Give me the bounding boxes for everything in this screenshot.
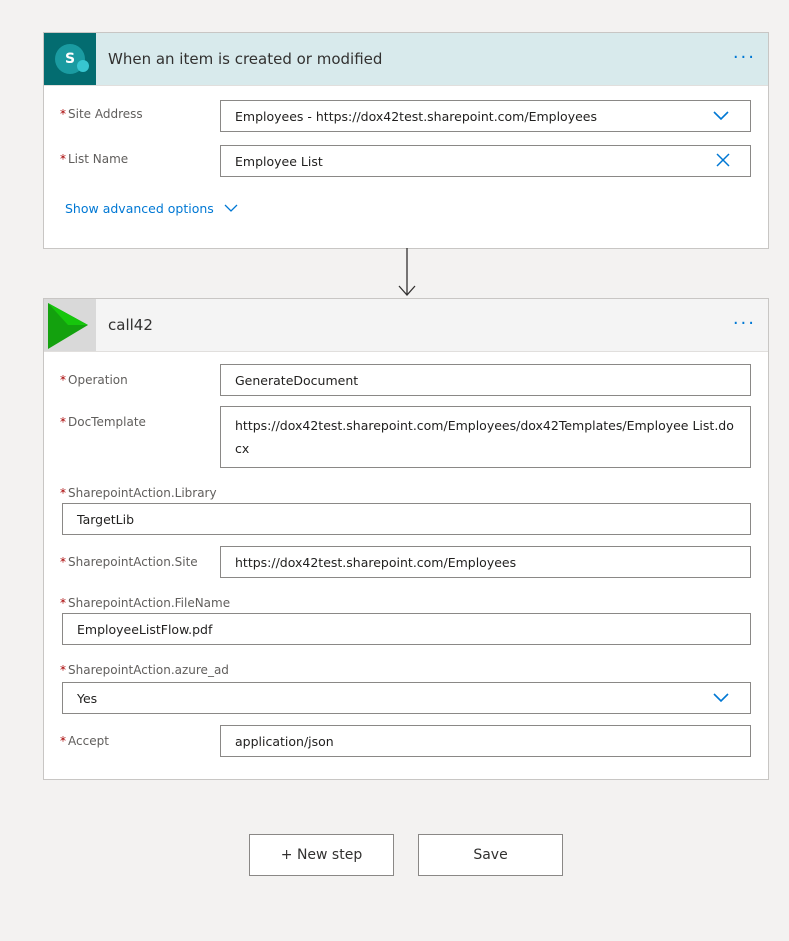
- library-label: * SharepointAction.Library: [60, 486, 217, 500]
- show-advanced-options-link[interactable]: Show advanced options: [65, 201, 238, 216]
- operation-input[interactable]: GenerateDocument: [220, 364, 751, 396]
- file-name-input[interactable]: EmployeeListFlow.pdf: [62, 613, 751, 645]
- list-name-value: Employee List: [235, 153, 323, 169]
- file-name-label: * SharepointAction.FileName: [60, 596, 231, 610]
- action-card: call42 ··· * Operation GenerateDocument *…: [43, 298, 769, 780]
- accept-label: * Accept: [60, 734, 109, 748]
- library-input[interactable]: TargetLib: [62, 503, 751, 535]
- operation-value: GenerateDocument: [235, 372, 359, 388]
- doc-template-label: * DocTemplate: [60, 415, 146, 429]
- save-button[interactable]: Save: [418, 834, 563, 876]
- chevron-down-icon: [224, 201, 238, 216]
- close-icon[interactable]: [716, 153, 730, 171]
- trigger-card: S When an item is created or modified ··…: [43, 32, 769, 249]
- action-title: call42: [108, 316, 153, 334]
- chevron-down-icon: [712, 108, 730, 126]
- site-value: https://dox42test.sharepoint.com/Employe…: [235, 554, 517, 570]
- new-step-button[interactable]: + New step: [249, 834, 394, 876]
- azure-ad-value: Yes: [77, 690, 98, 706]
- library-value: TargetLib: [77, 511, 135, 527]
- arrow-down-icon: [397, 248, 417, 298]
- site-input[interactable]: https://dox42test.sharepoint.com/Employe…: [220, 546, 751, 578]
- azure-ad-dropdown[interactable]: Yes: [62, 682, 751, 714]
- doc-template-value: https://dox42test.sharepoint.com/Employe…: [235, 418, 734, 456]
- list-name-input[interactable]: Employee List: [220, 145, 751, 177]
- list-name-label: * List Name: [60, 152, 129, 166]
- accept-value: application/json: [235, 733, 334, 749]
- accept-input[interactable]: application/json: [220, 725, 751, 757]
- doc-template-input[interactable]: https://dox42test.sharepoint.com/Employe…: [220, 406, 751, 468]
- azure-ad-label: * SharepointAction.azure_ad: [60, 663, 229, 677]
- operation-label: * Operation: [60, 373, 128, 387]
- trigger-title: When an item is created or modified: [108, 50, 383, 68]
- action-more-options-button[interactable]: ···: [733, 313, 756, 334]
- site-address-value: Employees - https://dox42test.sharepoint…: [235, 108, 597, 124]
- site-address-label: * Site Address: [60, 107, 143, 121]
- trigger-more-options-button[interactable]: ···: [733, 47, 756, 68]
- file-name-value: EmployeeListFlow.pdf: [77, 621, 213, 637]
- site-label: * SharepointAction.Site: [60, 555, 198, 569]
- action-header[interactable]: call42 ···: [44, 299, 768, 352]
- site-address-dropdown[interactable]: Employees - https://dox42test.sharepoint…: [220, 100, 751, 132]
- play-icon: [44, 299, 96, 351]
- chevron-down-icon: [712, 690, 730, 708]
- sharepoint-icon: S: [44, 33, 96, 85]
- trigger-header[interactable]: S When an item is created or modified ··…: [44, 33, 768, 86]
